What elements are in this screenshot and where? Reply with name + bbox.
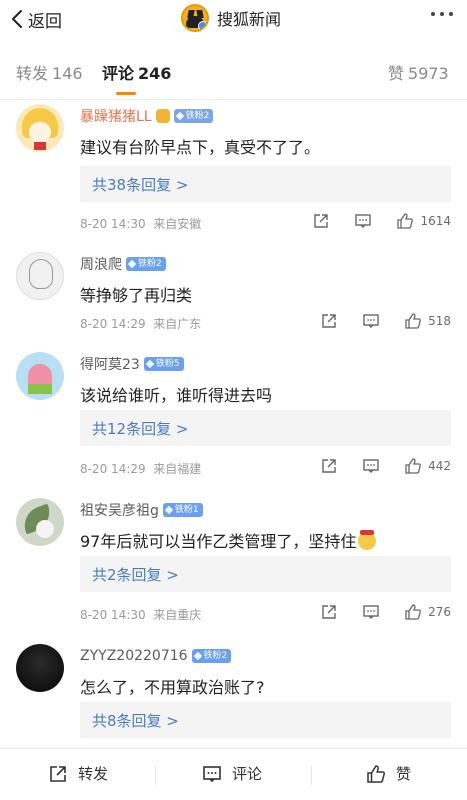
back-label: 返回 xyxy=(28,11,62,32)
share-icon[interactable] xyxy=(312,212,330,230)
fan-level-badge: 铁粉2 xyxy=(126,257,166,271)
comment-text: 97年后就可以当作乙类管理了，坚持住 xyxy=(80,528,377,552)
comment-location: 来自安徽 xyxy=(153,217,202,231)
avatar[interactable] xyxy=(16,252,64,300)
fan-level-badge: 铁粉1 xyxy=(162,503,203,517)
replies-count-label: 共12条回复 > xyxy=(92,420,189,438)
comment-username[interactable]: 暴躁猪猪LL xyxy=(80,106,152,126)
comment-actions: 276 xyxy=(320,603,451,621)
avatar[interactable] xyxy=(16,498,64,546)
sohu-logo xyxy=(181,4,209,32)
like-count: 276 xyxy=(428,605,451,619)
tab-likes[interactable]: 赞 5973 xyxy=(388,60,449,84)
comment-username[interactable]: 得阿莫23 xyxy=(80,354,140,374)
comment-text: 该说给谁听，谁听得进去吗 xyxy=(80,386,273,405)
comment-button[interactable]: 评论 xyxy=(202,763,262,784)
view-replies-button[interactable]: 共8条回复 > xyxy=(80,702,451,738)
tab-repost-label: 转发 xyxy=(16,64,49,83)
post-tabs: 转发 146 评论 246 赞 5973 xyxy=(0,40,467,100)
comment-actions: 1614 xyxy=(312,212,451,230)
comment-username[interactable]: 周浪爬 xyxy=(80,254,122,274)
fan-level-badge: 铁粉2 xyxy=(191,649,232,663)
comment-actions: 442 xyxy=(320,457,451,475)
thumbs-up-icon xyxy=(405,604,421,620)
comment-location: 来自重庆 xyxy=(153,608,202,622)
comment-actions: 518 xyxy=(320,312,451,330)
comment-meta: 8-20 14:30 来自重庆 xyxy=(80,606,201,623)
comment-time: 8-20 14:29 xyxy=(80,317,146,331)
comment-text: 怎么了，不用算政治账了? xyxy=(80,678,265,697)
like-count: 518 xyxy=(428,314,451,328)
tab-likes-count: 5973 xyxy=(408,64,449,83)
avatar[interactable] xyxy=(16,104,64,152)
replies-count-label: 共8条回复 > xyxy=(92,712,179,730)
chevron-left-icon xyxy=(12,10,22,28)
comment-label: 评论 xyxy=(232,765,263,783)
active-tab-indicator xyxy=(116,92,136,95)
reply-icon[interactable] xyxy=(362,603,380,621)
fan-level-badge: 铁粉2 xyxy=(173,109,214,123)
comment-location: 来自福建 xyxy=(153,462,202,476)
tab-comments[interactable]: 评论 246 xyxy=(102,60,171,84)
member-badge-icon xyxy=(155,109,170,123)
back-button[interactable]: 返回 xyxy=(10,7,62,32)
verified-icon xyxy=(198,21,207,30)
comment-meta: 8-20 14:29 来自广东 xyxy=(80,315,201,332)
avatar[interactable] xyxy=(16,644,64,692)
view-replies-button[interactable]: 共38条回复 > xyxy=(80,166,451,202)
avatar[interactable] xyxy=(16,352,64,400)
repost-label: 转发 xyxy=(78,765,109,783)
view-replies-button[interactable]: 共2条回复 > xyxy=(80,556,451,592)
comment-time: 8-20 14:30 xyxy=(80,608,146,622)
like-button[interactable]: 276 xyxy=(404,603,451,621)
replies-count-label: 共2条回复 > xyxy=(92,566,179,584)
thumbs-up-icon xyxy=(397,213,414,229)
like-post-button[interactable]: 赞 xyxy=(366,763,411,784)
fan-level-badge: 铁粉5 xyxy=(143,357,184,371)
comment-username[interactable]: 祖安吴彦祖g xyxy=(80,500,159,520)
reply-icon[interactable] xyxy=(354,212,372,230)
comment-time: 8-20 14:29 xyxy=(80,462,146,476)
comment-text: 建议有台阶早点下，真受不了了。 xyxy=(80,138,321,157)
like-count: 442 xyxy=(428,459,451,473)
repost-button[interactable]: 转发 xyxy=(48,763,108,784)
reply-icon[interactable] xyxy=(362,312,380,330)
reply-icon[interactable] xyxy=(362,457,380,475)
like-button[interactable]: 1614 xyxy=(396,212,451,230)
account-name: 搜狐新闻 xyxy=(217,10,282,29)
comment-meta: 8-20 14:29 来自福建 xyxy=(80,460,201,477)
comment-text: 等挣够了再归类 xyxy=(80,286,193,305)
comment-time: 8-20 14:30 xyxy=(80,217,146,231)
tab-likes-label: 赞 xyxy=(388,64,405,83)
tab-comments-label: 评论 xyxy=(102,64,135,83)
comment-location: 来自广东 xyxy=(153,317,202,331)
tab-repost[interactable]: 转发 146 xyxy=(16,60,83,84)
fighting-emoji-icon xyxy=(358,530,377,550)
comment-username[interactable]: ZYYZ20220716 xyxy=(80,648,188,664)
share-icon[interactable] xyxy=(320,603,338,621)
divider xyxy=(311,765,312,785)
comment-meta: 8-20 14:30 来自安徽 xyxy=(80,215,201,232)
account-header[interactable]: 搜狐新闻 xyxy=(181,4,281,32)
share-icon[interactable] xyxy=(320,312,338,330)
like-button[interactable]: 442 xyxy=(404,457,451,475)
top-nav-bar: 返回 搜狐新闻 xyxy=(0,0,467,40)
replies-count-label: 共38条回复 > xyxy=(92,176,189,194)
thumbs-up-icon xyxy=(405,458,421,474)
bottom-action-bar: 转发 评论 赞 xyxy=(0,748,467,800)
like-label: 赞 xyxy=(396,765,412,783)
share-icon[interactable] xyxy=(320,457,338,475)
view-replies-button[interactable]: 共12条回复 > xyxy=(80,410,451,446)
share-icon xyxy=(50,765,66,782)
thumbs-up-icon xyxy=(405,313,421,329)
more-options-icon[interactable] xyxy=(431,12,453,16)
like-button[interactable]: 518 xyxy=(404,312,451,330)
comment-icon xyxy=(203,765,221,782)
like-count: 1614 xyxy=(420,214,451,228)
tab-repost-count: 146 xyxy=(52,64,83,83)
thumbs-up-icon xyxy=(367,764,385,783)
divider xyxy=(155,765,156,785)
tab-comments-count: 246 xyxy=(138,64,172,83)
